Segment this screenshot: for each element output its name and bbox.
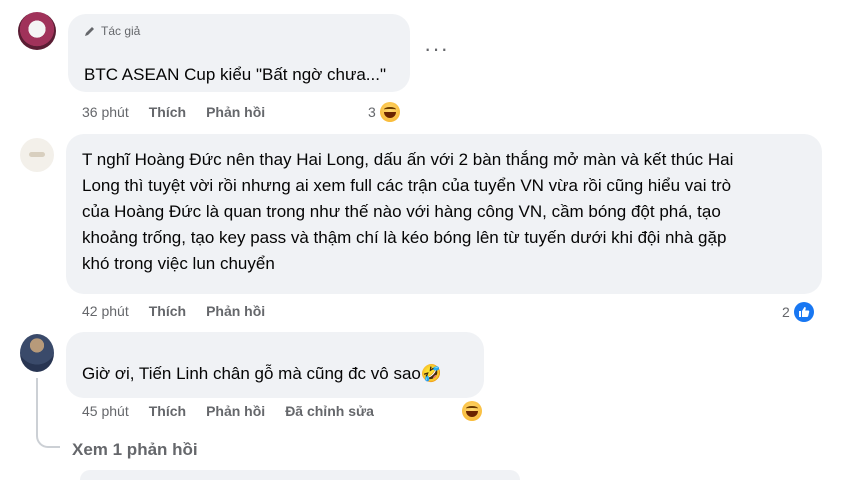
- avatar[interactable]: [18, 12, 56, 50]
- view-replies-link[interactable]: Xem 1 phản hồi: [72, 440, 198, 460]
- comment-text-line: của Hoàng Đức là quan trong như thế nào …: [82, 202, 721, 221]
- avatar[interactable]: [20, 334, 54, 372]
- reaction-count: 2: [782, 304, 790, 320]
- thread-line: [36, 378, 38, 428]
- comment-text: Giờ ơi, Tiến Linh chân gỗ mà cũng đc vô …: [82, 364, 443, 383]
- haha-emoji-icon: [379, 102, 400, 122]
- thread-connector: [36, 428, 60, 448]
- reaction-count: 3: [368, 104, 376, 120]
- reply-button[interactable]: Phản hồi: [206, 403, 265, 419]
- comment-text-line: T nghĩ Hoàng Đức nên thay Hai Long, dấu …: [82, 150, 734, 169]
- comment-text-line: Long thì tuyệt vời rồi nhưng ai xem full…: [82, 176, 732, 195]
- reply-button[interactable]: Phản hồi: [206, 303, 265, 319]
- edited-label: Đã chỉnh sửa: [285, 403, 374, 419]
- author-tag-label: Tác giả: [101, 24, 141, 38]
- like-button[interactable]: Thích: [149, 104, 186, 120]
- reply-button[interactable]: Phản hồi: [206, 104, 265, 120]
- avatar[interactable]: [20, 138, 54, 172]
- comment-time[interactable]: 36 phút: [82, 104, 129, 120]
- next-comment-bubble-edge: [80, 470, 520, 480]
- like-button[interactable]: Thích: [149, 303, 186, 319]
- more-options-icon[interactable]: ···: [424, 36, 449, 62]
- like-button[interactable]: Thích: [149, 403, 186, 419]
- comment-text-line: khó trong việc lun chuyển: [82, 254, 275, 273]
- haha-emoji-icon: [462, 401, 482, 421]
- comment-time[interactable]: 45 phút: [82, 403, 129, 419]
- reaction-summary[interactable]: 2: [782, 302, 814, 322]
- comment-text-line: khoảng trống, tạo key pass và thậm chí l…: [82, 228, 727, 247]
- comment-time[interactable]: 42 phút: [82, 303, 129, 319]
- comment-text: T nghĩ Hoàng Đức nên thay Hai Long, dấu …: [82, 147, 816, 277]
- reaction-summary[interactable]: 3: [368, 102, 400, 122]
- reaction-summary[interactable]: [462, 401, 482, 421]
- like-icon: [793, 302, 814, 322]
- comment-text: BTC ASEAN Cup kiểu "Bất ngờ chưa...": [84, 65, 387, 84]
- pencil-icon: [85, 27, 94, 36]
- author-tag: Tác giả: [84, 24, 140, 38]
